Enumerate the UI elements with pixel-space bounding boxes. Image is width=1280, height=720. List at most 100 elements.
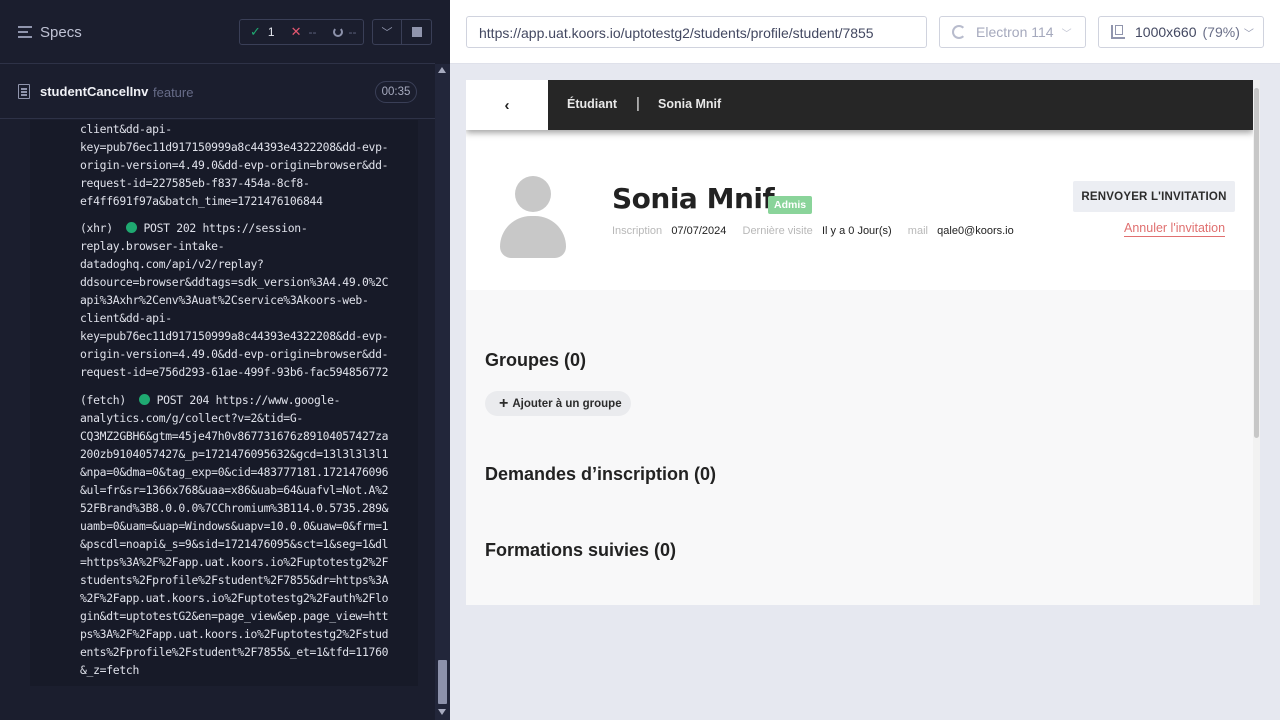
add-to-group-button[interactable]: + Ajouter à un groupe: [485, 391, 631, 416]
last-visit-value: Il y a 0 Jour(s): [821, 225, 892, 237]
log-line: client&dd-api-: [80, 311, 172, 325]
test-stats: ✓ 1 ✕ -- --: [239, 19, 364, 45]
preview-panel: https://app.uat.koors.io/uptotestg2/stud…: [450, 0, 1280, 720]
mail-label: mail: [907, 225, 928, 237]
log-line: CQ3MZ2GBH6&gtm=45je47h0v867731676z891040…: [80, 429, 389, 443]
log-line: &pscdl=noapi&_s=9&sid=1721476095&sct=1&s…: [80, 537, 389, 551]
viewport-size: 1000x660: [1135, 24, 1197, 40]
trainings-title: Formations suivies (0): [485, 540, 677, 560]
breadcrumb-current: Sonia Mnif: [658, 97, 722, 111]
log-type: (fetch): [80, 393, 140, 407]
log-line: key=pub76ec11d917150999a8c44393e4322208&…: [80, 140, 389, 154]
log-line: origin-version=4.49.0&dd-evp-origin=brow…: [80, 158, 389, 172]
url-field[interactable]: https://app.uat.koors.io/uptotestg2/stud…: [466, 16, 927, 48]
status-dot-icon: [139, 394, 151, 405]
log-line: uamb=0&uam=&uap=Windows&uapv=10.0.0&uaw=…: [80, 519, 389, 533]
avatar: [500, 176, 566, 258]
chevron-down-icon: ﹀: [1061, 28, 1072, 40]
avatar-body-icon: [500, 216, 566, 258]
log-line: ef4ff691f97a&batch_time=1721476106844: [80, 194, 323, 208]
profile-content: Groupes (0) + Ajouter à un groupe Demand…: [466, 290, 1253, 605]
log-line: request-id=e756d293-61ae-499f-93b6-fac59…: [80, 365, 389, 379]
pending-icon: [332, 27, 343, 37]
scrollbar-thumb[interactable]: [438, 660, 447, 704]
breadcrumb-separator: |: [636, 95, 640, 112]
browser-toolbar: https://app.uat.koors.io/uptotestg2/stud…: [450, 0, 1280, 64]
log-line: &ul=fr&sr=1366x768&uaa=x86&uab=64&uafvl=…: [80, 483, 389, 497]
command-log[interactable]: client&dd-api- key=pub76ec11d917150999a8…: [30, 120, 418, 686]
scrollbar-thumb[interactable]: [1254, 88, 1259, 438]
pending-count: --: [348, 25, 357, 39]
student-name: Sonia Mnif: [612, 182, 775, 215]
log-line: 200zb9104057427&_p=1721476095632&gcd=13l…: [80, 447, 389, 461]
mail-value: qale0@koors.io: [937, 225, 1014, 237]
x-icon: ✕: [290, 24, 302, 39]
browser-icon: [952, 25, 966, 39]
log-entry-header[interactable]: (xhr) POST 202 https://session-: [80, 221, 308, 235]
inscription-label: Inscription: [612, 225, 663, 237]
log-entry-header[interactable]: (fetch) POST 204 https://www.google-: [80, 393, 341, 407]
log-scrollbar[interactable]: [435, 64, 450, 720]
chevron-down-button[interactable]: ﹀: [372, 19, 402, 45]
inscription-value: 07/07/2024: [671, 225, 727, 237]
status-dot-icon: [125, 222, 137, 233]
cancel-invitation-link[interactable]: Annuler l'invitation: [1124, 221, 1226, 237]
app-scrollbar[interactable]: [1253, 80, 1260, 605]
log-line: POST 204 https://www.google-: [156, 393, 341, 407]
last-visit-label: Dernière visite: [742, 225, 813, 237]
spec-name: studentCancelInv: [40, 84, 149, 99]
log-type: (xhr): [80, 221, 126, 235]
log-line: datadoghq.com/api/v2/replay?: [80, 257, 264, 271]
add-group-label: Ajouter à un groupe: [512, 397, 622, 410]
scroll-up-icon[interactable]: [438, 67, 446, 73]
log-line: &npa=0&dma=0&tag_exp=0&cid=483777181.172…: [80, 465, 389, 479]
chevron-down-icon: ﹀: [381, 27, 393, 39]
groups-title: Groupes (0): [485, 350, 587, 370]
avatar-head-icon: [515, 176, 551, 212]
log-line: request-id=227585eb-f837-454a-8cf8-: [80, 176, 310, 190]
log-line: origin-version=4.49.0&dd-evp-origin=brow…: [80, 347, 389, 361]
back-button[interactable]: ‹: [466, 80, 548, 130]
breadcrumb-section[interactable]: Étudiant: [567, 97, 617, 111]
browser-name: Electron 114: [976, 24, 1054, 40]
viewport-selector[interactable]: 1000x660 (79%) ﹀: [1098, 16, 1264, 48]
requests-title: Demandes d’inscription (0): [485, 464, 717, 484]
specs-title[interactable]: Specs: [40, 24, 82, 41]
app-frame: ‹ Étudiant | Sonia Mnif Sonia Mnif Admis…: [466, 80, 1260, 605]
spec-kind: feature: [153, 85, 194, 100]
menu-icon[interactable]: [18, 26, 32, 38]
log-line: client&dd-api-: [80, 122, 172, 136]
status-badge: Admis: [768, 196, 813, 214]
resend-invitation-button[interactable]: RENVOYER L'INVITATION: [1073, 181, 1235, 212]
check-icon: ✓: [250, 24, 261, 39]
log-line: &_z=fetch: [80, 663, 140, 677]
spec-row[interactable]: studentCancelInv feature 00:35: [0, 65, 435, 119]
log-line: analytics.com/g/collect?v=2&tid=G-: [80, 411, 303, 425]
log-line: =https%3A%2F%2Fapp.uat.koors.io%2Fuptote…: [80, 555, 389, 569]
log-line: gin&dt=uptotestG2&en=page_view&ep.page_v…: [80, 609, 389, 623]
log-line: replay.browser-intake-: [80, 239, 225, 253]
log-line: students%2Fprofile%2Fstudent%2F7855&dr=h…: [80, 573, 389, 587]
student-meta: Inscription 07/07/2024 Dernière visite I…: [612, 225, 1024, 237]
log-line: 52FBrand%3B8.0.0.0%7CChromium%3B114.0.57…: [80, 501, 389, 515]
plus-icon: +: [499, 394, 509, 412]
log-line: api%3Axhr%2Cenv%3Auat%2Cservice%3Akoors-…: [80, 293, 369, 307]
log-line: POST 202 https://session-: [143, 221, 308, 235]
log-line: ents%2Fprofile%2Fstudent%2F7855&_et=1&tf…: [80, 645, 389, 659]
scroll-down-icon[interactable]: [438, 709, 446, 715]
document-icon: [18, 84, 30, 99]
log-line: ddsource=browser&ddtags=sdk_version%3A4.…: [80, 275, 389, 289]
log-line: key=pub76ec11d917150999a8c44393e4322208&…: [80, 329, 389, 343]
spec-duration: 00:35: [375, 81, 417, 103]
specs-header: Specs ✓ 1 ✕ -- -- ﹀: [0, 0, 435, 64]
browser-selector[interactable]: Electron 114 ﹀: [939, 16, 1086, 48]
log-line: ps%3A%2F%2Fapp.uat.koors.io%2Fuptotestg2…: [80, 627, 389, 641]
log-line: %2F%2Fapp.uat.koors.io%2Fuptotestg2%2Fau…: [80, 591, 389, 605]
stop-icon: [411, 27, 422, 37]
chevron-down-icon: ﹀: [1243, 28, 1254, 40]
stop-button[interactable]: [402, 19, 432, 45]
failed-count: --: [308, 25, 317, 39]
app-header: ‹ Étudiant | Sonia Mnif: [466, 80, 1253, 130]
zoom-level: (79%): [1202, 24, 1240, 40]
passed-count: 1: [267, 25, 275, 39]
